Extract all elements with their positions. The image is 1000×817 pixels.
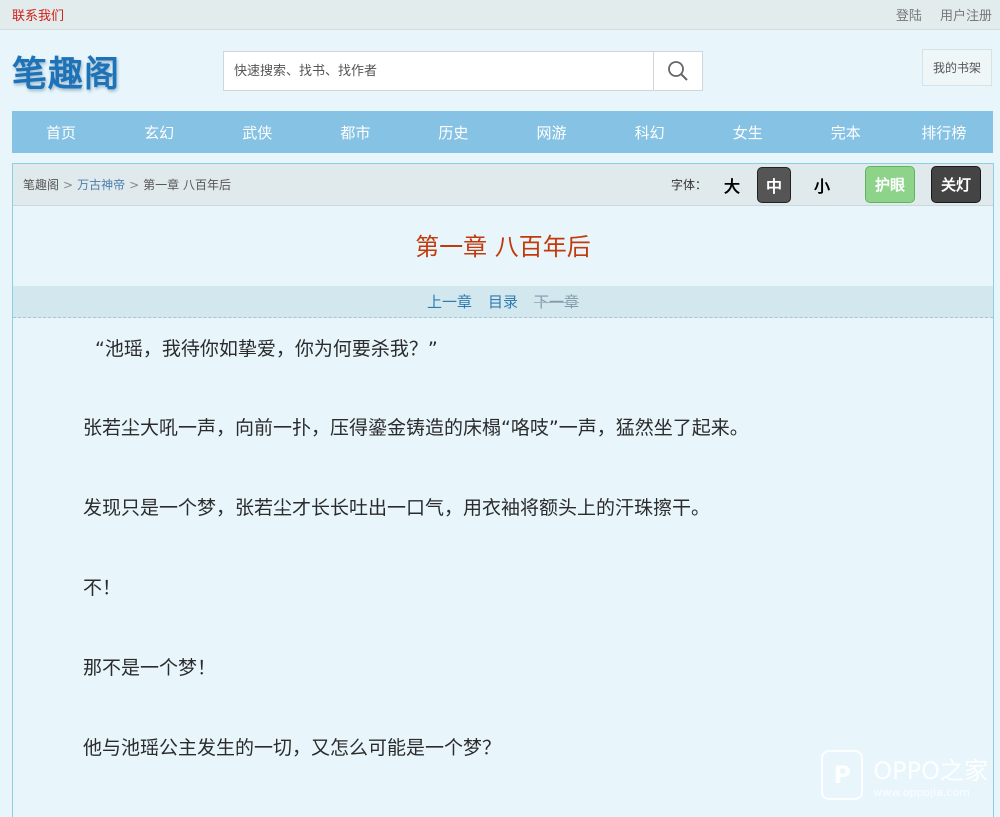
nav-item-xuanhuan[interactable]: 玄幻 [110, 122, 208, 143]
main-nav: 首页 玄幻 武侠 都市 历史 网游 科幻 女生 完本 排行榜 [12, 111, 993, 153]
watermark-brand: OPPO之家 [873, 757, 988, 785]
search-box [223, 51, 703, 91]
prev-chapter-link[interactable]: 上一章 [427, 291, 472, 312]
register-link[interactable]: 用户注册 [940, 9, 992, 24]
font-medium-button[interactable]: 中 [757, 166, 791, 203]
top-bar: 联系我们 登陆 用户注册 [0, 0, 1000, 30]
nav-item-lishi[interactable]: 历史 [404, 122, 502, 143]
breadcrumb-separator: > [129, 178, 140, 192]
oppo-logo-icon: P [821, 750, 864, 800]
breadcrumb-site[interactable]: 笔趣阁 [23, 178, 59, 192]
watermark-url: www.oppojia.com [873, 786, 971, 799]
nav-item-nvsheng[interactable]: 女生 [699, 122, 797, 143]
toc-link[interactable]: 目录 [488, 291, 518, 312]
font-large-button[interactable]: 大 [715, 167, 749, 203]
breadcrumb-chapter: 第一章 八百年后 [143, 178, 231, 192]
nav-item-ranking[interactable]: 排行榜 [895, 122, 993, 143]
nav-item-wanben[interactable]: 完本 [797, 122, 895, 143]
chapter-content: “池瑶，我待你如挚爱，你为何要杀我？” 张若尘大吼一声，向前一扑，压得鎏金铸造的… [13, 318, 993, 798]
font-controls: 字体： 大 中 小 护眼 关灯 [671, 166, 981, 203]
paragraph: 不！ [83, 577, 122, 599]
account-links: 登陆 用户注册 [882, 5, 992, 24]
breadcrumb-book[interactable]: 万古神帝 [77, 178, 125, 192]
nav-item-kehuan[interactable]: 科幻 [601, 122, 699, 143]
reader-panel: 笔趣阁 > 万古神帝 > 第一章 八百年后 字体： 大 中 小 护眼 关灯 第一章 八百… [12, 163, 994, 817]
font-size-label: 字体： [670, 178, 707, 192]
contact-us-link[interactable]: 联系我们 [12, 5, 64, 24]
eye-care-button[interactable]: 护眼 [865, 166, 915, 203]
login-link[interactable]: 登陆 [896, 9, 922, 24]
paragraph: 发现只是一个梦，张若尘才长长吐出一口气，用衣袖将额头上的汗珠擦干。 [83, 497, 711, 519]
my-bookshelf-button[interactable]: 我的书架 [922, 49, 992, 86]
search-button[interactable] [653, 52, 702, 90]
paragraph: “池瑶，我待你如挚爱，你为何要杀我？” [95, 338, 438, 360]
search-input[interactable] [224, 52, 653, 90]
nav-item-dushi[interactable]: 都市 [306, 122, 404, 143]
nav-item-wuxia[interactable]: 武侠 [208, 122, 306, 143]
font-small-button[interactable]: 小 [805, 167, 839, 203]
site-logo[interactable]: 笔趣阁 [12, 46, 120, 97]
watermark-text: OPPO之家 www.oppojia.com [873, 751, 988, 799]
chapter-pager: 上一章 目录 下一章 [13, 286, 993, 318]
reader-toolbar: 笔趣阁 > 万古神帝 > 第一章 八百年后 字体： 大 中 小 护眼 关灯 [13, 164, 993, 206]
paragraph: 那不是一个梦！ [83, 657, 217, 679]
nav-item-wangyou[interactable]: 网游 [503, 122, 601, 143]
nav-item-home[interactable]: 首页 [12, 122, 110, 143]
search-icon [668, 61, 688, 81]
chapter-title: 第一章 八百年后 [415, 233, 591, 261]
paragraph: 张若尘大吼一声，向前一扑，压得鎏金铸造的床榻“咯吱”一声，猛然坐了起来。 [83, 417, 749, 439]
breadcrumb-separator: > [63, 178, 74, 192]
oppo-watermark: P OPPO之家 www.oppojia.com [821, 750, 988, 800]
lights-off-button[interactable]: 关灯 [931, 166, 981, 203]
site-header: 笔趣阁 我的书架 [0, 30, 1000, 110]
next-chapter-link[interactable]: 下一章 [534, 291, 579, 312]
breadcrumb: 笔趣阁 > 万古神帝 > 第一章 八百年后 [23, 176, 231, 193]
